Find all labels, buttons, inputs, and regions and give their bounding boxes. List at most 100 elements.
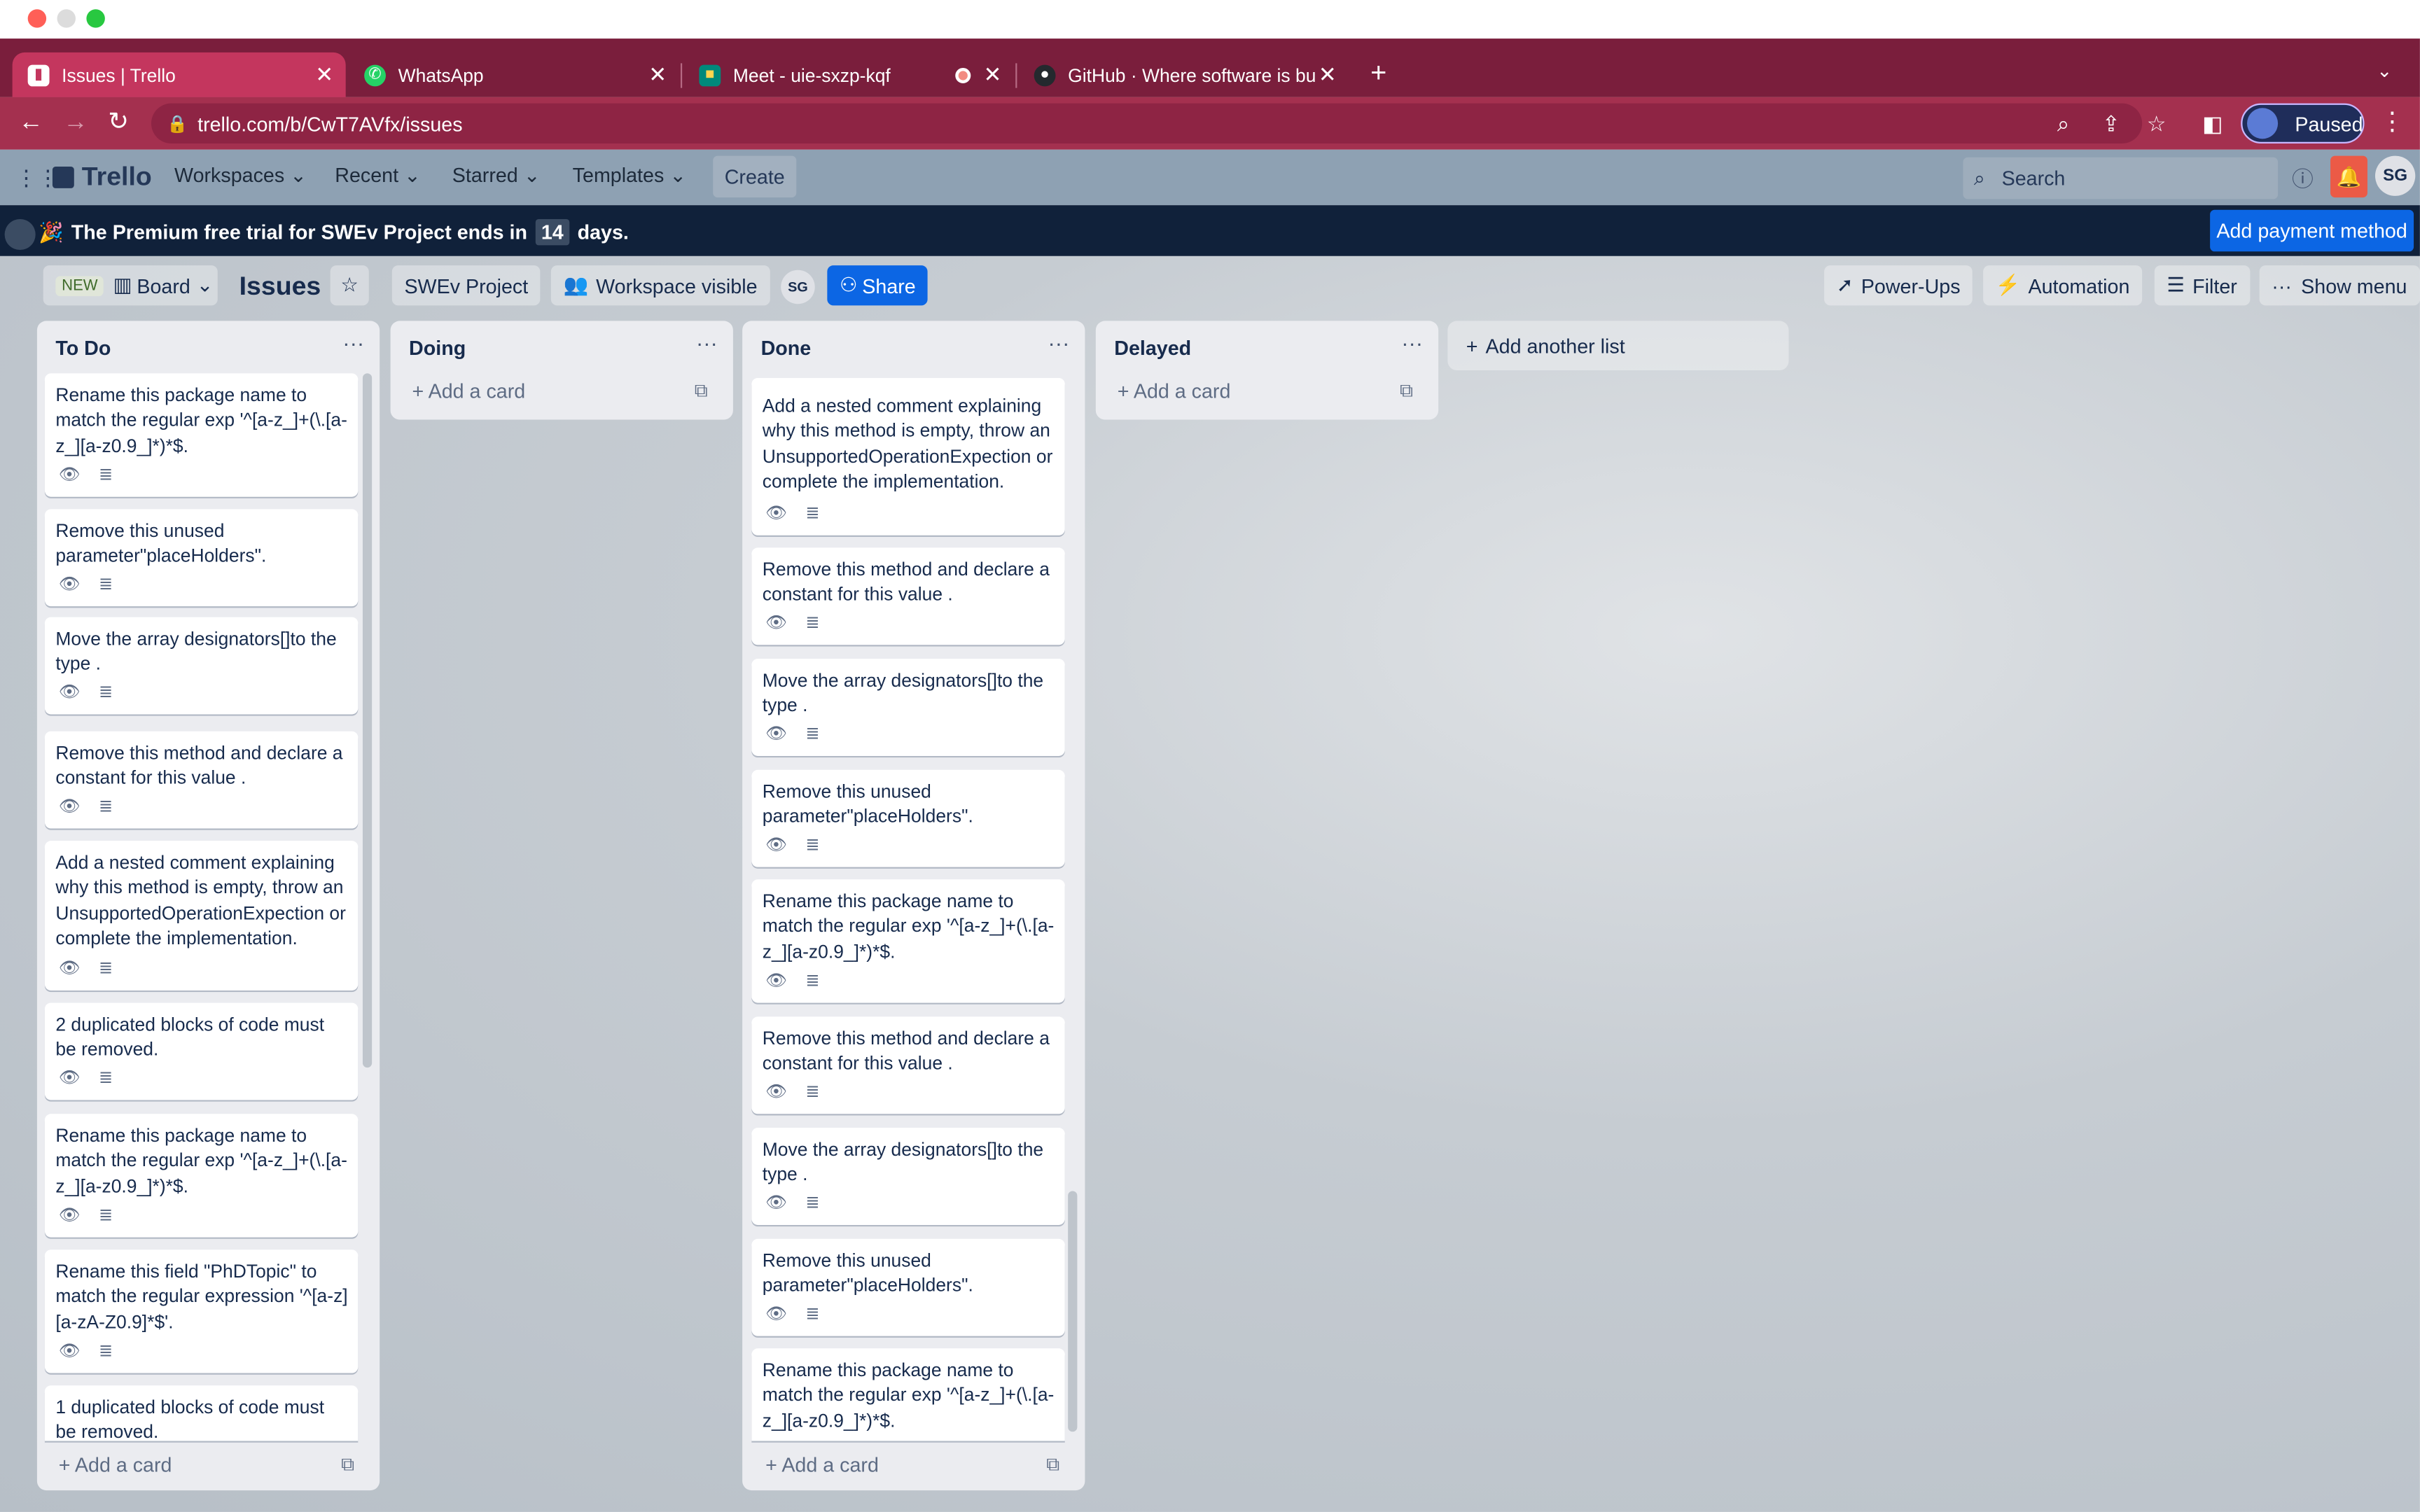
member-avatar[interactable]: SG — [781, 270, 815, 304]
add-list-button[interactable]: + Add another list — [1447, 321, 1789, 370]
minimize-window-button[interactable] — [57, 9, 76, 28]
card[interactable]: Rename this package name to match the re… — [751, 1348, 1065, 1441]
list-title[interactable]: Done — [761, 336, 812, 359]
template-icon[interactable]: ⧉ — [1400, 379, 1413, 402]
nav-templates[interactable]: Templates ⌄ — [573, 164, 687, 188]
recording-icon — [955, 66, 971, 83]
banner-text: The Premium free trial for SWEv Project … — [71, 220, 528, 244]
list-title[interactable]: To Do — [55, 336, 111, 359]
visibility-button[interactable]: 👥 Workspace visible — [550, 265, 770, 306]
watch-eye-icon: 👁 — [765, 724, 787, 744]
watch-eye-icon: 👁 — [765, 972, 787, 990]
watch-eye-icon: 👁 — [765, 614, 787, 633]
tab-meet[interactable]: ■ Meet - uie-sxzp-kqf ✕ — [683, 52, 1014, 97]
board-view-switcher[interactable]: NEW ▥ Board ⌄ — [43, 265, 218, 306]
more-horizontal-icon[interactable]: ··· — [342, 330, 364, 355]
share-page-icon[interactable]: ⇪ — [2102, 109, 2120, 137]
collapse-sidebar-button[interactable] — [4, 218, 36, 251]
description-icon: ≣ — [98, 959, 113, 979]
template-icon[interactable]: ⧉ — [1046, 1453, 1059, 1476]
new-tab-icon[interactable]: + — [1370, 57, 1386, 90]
reload-icon[interactable]: ↻ — [108, 109, 129, 137]
create-button[interactable]: Create — [713, 155, 797, 198]
card-title: Add a nested comment explaining why this… — [762, 395, 1053, 492]
description-icon: ≣ — [805, 1083, 820, 1102]
close-icon[interactable]: ✕ — [984, 62, 1002, 88]
description-icon: ≣ — [98, 1342, 113, 1361]
more-horizontal-icon[interactable]: ··· — [1401, 330, 1423, 355]
card[interactable]: Remove this unused parameter"placeHolder… — [751, 1238, 1065, 1336]
profile-button[interactable]: Paused — [2241, 103, 2365, 144]
add-card-button[interactable]: + Add a card — [765, 1453, 879, 1476]
card[interactable]: Remove this unused parameter"placeHolder… — [44, 509, 359, 607]
add-card-button[interactable]: + Add a card — [412, 379, 525, 402]
trello-logo[interactable]: Trello — [52, 162, 152, 192]
tab-trello[interactable]: ▮ Issues | Trello ✕ — [12, 52, 346, 97]
card[interactable]: Remove this method and declare a constan… — [44, 731, 359, 829]
close-window-button[interactable] — [27, 9, 47, 28]
forward-icon[interactable]: → — [63, 109, 88, 137]
url-field[interactable]: 🔒 trello.com/b/CwT7AVfx/issues — [151, 103, 2143, 144]
card[interactable]: Add a nested comment explaining why this… — [44, 841, 359, 990]
card[interactable]: Rename this field "PhDTopic" to match th… — [44, 1250, 359, 1373]
close-icon[interactable]: ✕ — [315, 62, 333, 88]
chevron-down-icon[interactable]: ⌄ — [2377, 60, 2392, 82]
maximize-window-button[interactable] — [86, 9, 105, 28]
list-doing: Doing ··· + Add a card ⧉ — [390, 321, 733, 420]
notifications-bell-icon[interactable]: 🔔 — [2330, 155, 2367, 198]
nav-workspaces[interactable]: Workspaces ⌄ — [174, 164, 307, 188]
back-icon[interactable]: ← — [18, 109, 43, 137]
tab-whatsapp[interactable]: ✆ WhatsApp ✕ — [349, 52, 679, 97]
add-card-button[interactable]: + Add a card — [1118, 379, 1231, 402]
card[interactable]: Rename this package name to match the re… — [751, 879, 1065, 1003]
watch-eye-icon: 👁 — [765, 836, 787, 855]
avatar[interactable]: SG — [2374, 155, 2416, 196]
search-input[interactable]: ⌕ Search — [1963, 157, 2279, 200]
info-icon[interactable]: ⓘ — [2292, 164, 2314, 195]
show-menu-label: Show menu — [2301, 274, 2407, 298]
card[interactable]: Move the array designators[]to the type … — [751, 659, 1065, 756]
automation-button[interactable]: ⚡ Automation — [1983, 265, 2143, 306]
template-icon[interactable]: ⧉ — [341, 1453, 354, 1476]
card[interactable]: Rename this package name to match the re… — [44, 373, 359, 497]
more-vert-icon[interactable]: ⋮ — [2380, 109, 2405, 137]
star-board-button[interactable]: ☆ — [330, 265, 369, 306]
share-person-icon: ⚇ — [839, 273, 858, 297]
card[interactable]: Add a nested comment explaining why this… — [751, 377, 1065, 536]
watch-eye-icon: 👁 — [765, 1194, 787, 1213]
card[interactable]: Remove this unused parameter"placeHolder… — [751, 769, 1065, 867]
template-icon[interactable]: ⧉ — [695, 379, 708, 402]
board-title[interactable]: Issues — [239, 272, 321, 302]
more-horizontal-icon[interactable]: ··· — [696, 330, 718, 355]
close-icon[interactable]: ✕ — [648, 62, 667, 88]
nav-recent[interactable]: Recent ⌄ — [335, 164, 421, 188]
card[interactable]: Rename this package name to match the re… — [44, 1114, 359, 1238]
zoom-icon[interactable]: ⌕ — [2057, 109, 2069, 137]
card-title: Remove this method and declare a constan… — [762, 558, 1050, 606]
list-scrollbar[interactable] — [1068, 1191, 1078, 1432]
nav-starred[interactable]: Starred ⌄ — [452, 164, 541, 188]
tab-github[interactable]: ● GitHub · Where software is buil ✕ — [1019, 52, 1349, 97]
card[interactable]: Move the array designators[]to the type … — [751, 1128, 1065, 1225]
workspace-button[interactable]: SWEv Project — [391, 265, 541, 306]
card[interactable]: 1 duplicated blocks of code must be remo… — [44, 1385, 359, 1441]
list-scrollbar[interactable] — [362, 373, 373, 1068]
more-horizontal-icon[interactable]: ··· — [1048, 330, 1070, 355]
close-icon[interactable]: ✕ — [1319, 62, 1337, 88]
share-button[interactable]: ⚇ Share — [827, 265, 929, 306]
list-title[interactable]: Doing — [409, 336, 466, 359]
card[interactable]: Remove this method and declare a constan… — [751, 1016, 1065, 1114]
card[interactable]: Remove this method and declare a constan… — [751, 547, 1065, 645]
powerups-button[interactable]: ➚ Power-Ups — [1824, 265, 1973, 306]
description-icon: ≣ — [805, 504, 820, 524]
bookmark-star-icon[interactable]: ☆ — [2147, 109, 2167, 137]
party-icon: 🎉 — [39, 220, 64, 244]
card[interactable]: 2 duplicated blocks of code must be remo… — [44, 1002, 359, 1100]
show-menu-button[interactable]: ··· Show menu — [2259, 265, 2420, 306]
add-payment-button[interactable]: Add payment method — [2210, 209, 2414, 252]
list-title[interactable]: Delayed — [1114, 336, 1191, 359]
sidebar-icon[interactable]: ◧ — [2202, 109, 2223, 137]
filter-button[interactable]: ☰ Filter — [2154, 265, 2250, 306]
add-card-button[interactable]: + Add a card — [59, 1453, 172, 1476]
card[interactable]: Move the array designators[]to the type … — [44, 617, 359, 715]
